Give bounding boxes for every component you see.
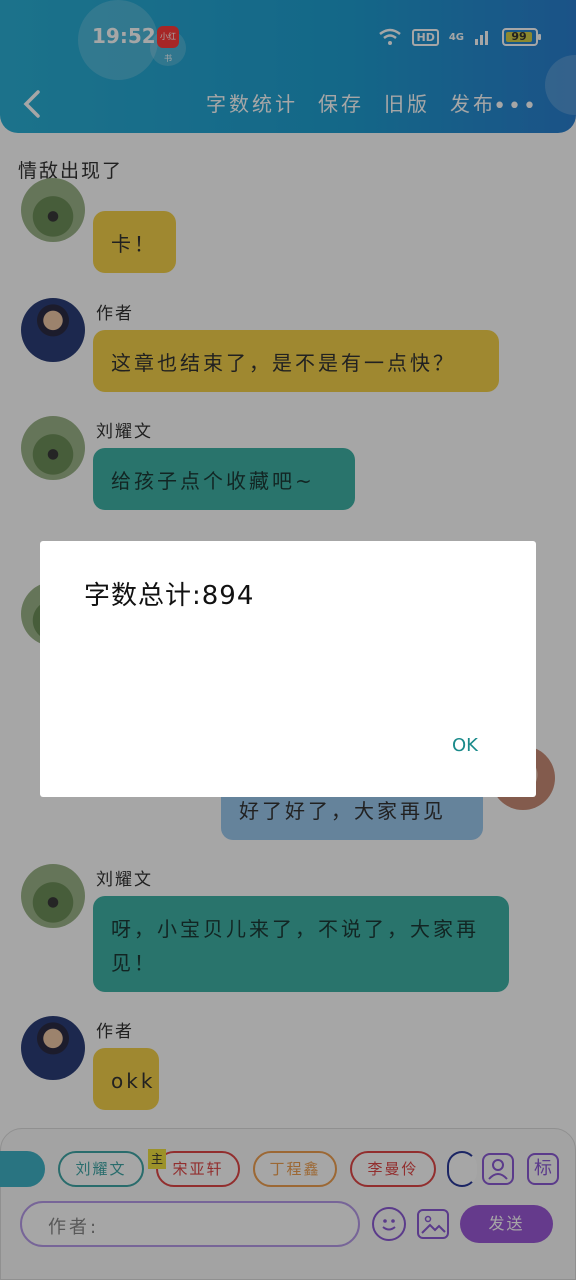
word-count-dialog: 字数总计:894 OK [40,541,536,797]
ok-button[interactable]: OK [452,735,478,756]
dialog-message: 字数总计:894 [84,581,255,611]
